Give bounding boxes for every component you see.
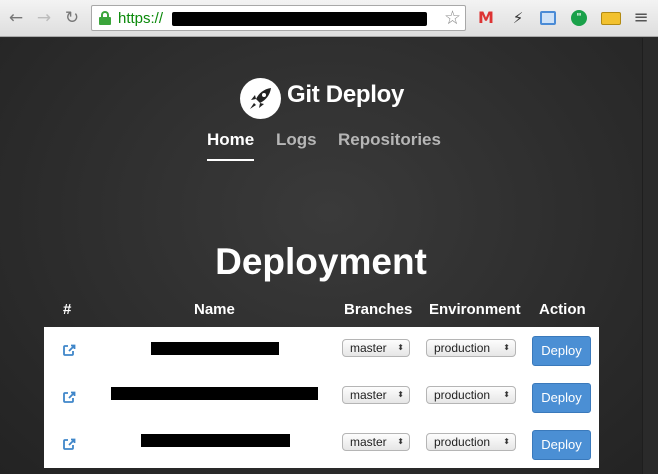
star-icon[interactable]: ☆ [444, 7, 461, 29]
external-link-icon[interactable] [62, 390, 76, 404]
hangouts-icon[interactable]: " [571, 10, 587, 26]
nav-tab-home[interactable]: Home [207, 130, 255, 161]
environment-select-value: production [434, 388, 491, 402]
deploy-button[interactable]: Deploy [532, 430, 591, 460]
select-caret-icon: ⬍ [397, 437, 404, 446]
external-link-icon[interactable] [62, 343, 76, 357]
lock-icon [99, 11, 111, 25]
environment-select-value: production [434, 341, 491, 355]
address-bar[interactable]: https:// ☆ [91, 5, 466, 31]
column-header-number: # [63, 301, 72, 318]
select-caret-icon: ⬍ [503, 390, 510, 399]
brand-name: Git Deploy [287, 81, 405, 108]
redacted-name [111, 387, 318, 400]
gmail-icon[interactable]: M [477, 9, 495, 27]
select-caret-icon: ⬍ [397, 390, 404, 399]
column-header-action: Action [539, 301, 586, 318]
redacted-name [141, 434, 290, 447]
page: Git Deploy Home Logs Repositories Deploy… [0, 38, 658, 474]
branch-select[interactable]: master ⬍ [342, 433, 410, 451]
nav-tab-repositories[interactable]: Repositories [338, 130, 441, 150]
table-row: master ⬍ production ⬍ Deploy [44, 374, 599, 421]
branch-select-value: master [350, 388, 387, 402]
select-caret-icon: ⬍ [503, 343, 510, 352]
cast-icon[interactable] [540, 11, 556, 25]
column-header-environment: Environment [429, 301, 521, 318]
url-scheme: https:// [118, 10, 164, 27]
page-title: Deployment [215, 241, 427, 282]
forward-icon[interactable]: → [34, 8, 54, 28]
table-row: master ⬍ production ⬍ Deploy [44, 327, 599, 374]
branch-select-value: master [350, 435, 387, 449]
deploy-button[interactable]: Deploy [532, 336, 591, 366]
rocket-icon [240, 78, 281, 119]
bolt-icon[interactable]: ⚡ [509, 9, 527, 27]
scrollbar[interactable] [642, 38, 658, 474]
branch-select-value: master [350, 341, 387, 355]
back-icon[interactable]: ← [6, 8, 26, 28]
nav-tab-logs[interactable]: Logs [276, 130, 317, 150]
environment-select[interactable]: production ⬍ [426, 433, 516, 451]
column-header-name: Name [194, 301, 235, 318]
redacted-url [172, 12, 427, 26]
browser-toolbar: ← → ↻ https:// ☆ M ⚡ " ≡ [0, 0, 658, 37]
table-row: master ⬍ production ⬍ Deploy [44, 421, 599, 468]
column-header-branches: Branches [344, 301, 413, 318]
external-link-icon[interactable] [62, 437, 76, 451]
branch-select[interactable]: master ⬍ [342, 386, 410, 404]
select-caret-icon: ⬍ [503, 437, 510, 446]
select-caret-icon: ⬍ [397, 343, 404, 352]
ruler-icon[interactable] [601, 12, 621, 25]
redacted-name [151, 342, 279, 355]
menu-icon[interactable]: ≡ [632, 9, 650, 27]
environment-select[interactable]: production ⬍ [426, 386, 516, 404]
reload-icon[interactable]: ↻ [62, 8, 82, 28]
deploy-button[interactable]: Deploy [532, 383, 591, 413]
environment-select-value: production [434, 435, 491, 449]
branch-select[interactable]: master ⬍ [342, 339, 410, 357]
environment-select[interactable]: production ⬍ [426, 339, 516, 357]
